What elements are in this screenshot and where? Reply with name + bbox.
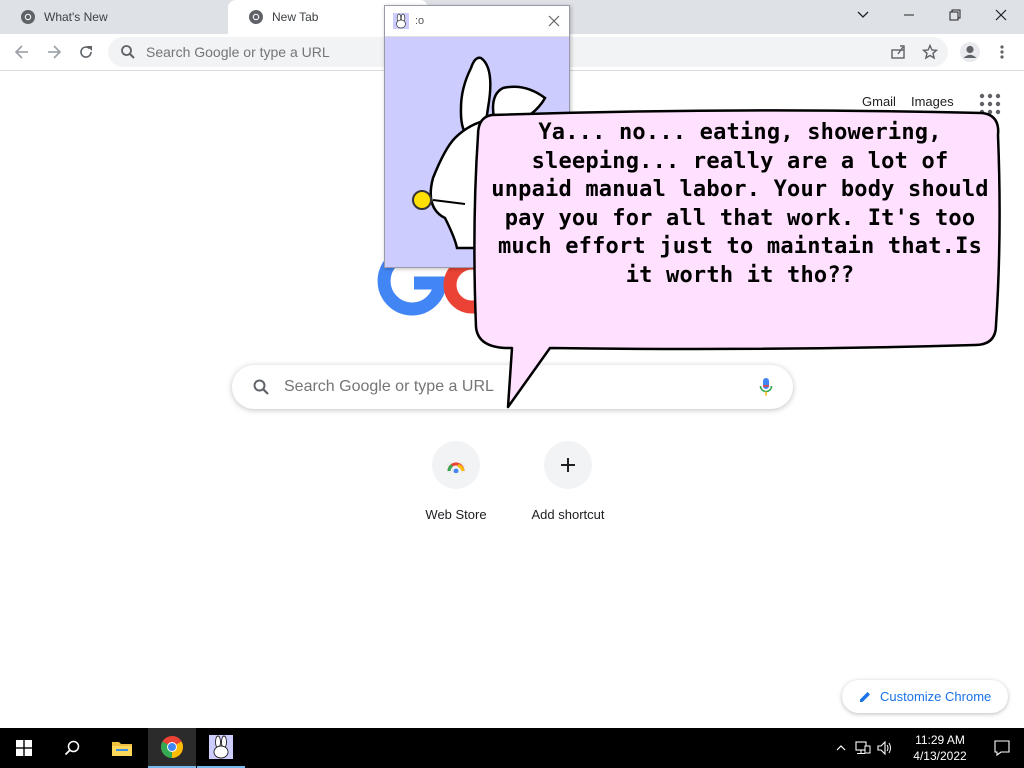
close-icon[interactable] <box>547 14 561 28</box>
more-vert-icon <box>1000 45 1004 59</box>
speech-bubble-text: Ya... no... eating, showering, sleeping.… <box>491 120 989 288</box>
speaker-icon <box>877 741 891 755</box>
bunny-app-icon <box>209 735 233 759</box>
shortcut-web-store[interactable]: Web Store <box>400 441 512 522</box>
reload-button[interactable] <box>72 38 100 66</box>
start-button[interactable] <box>0 728 48 768</box>
notification-icon <box>994 740 1010 756</box>
taskbar-file-explorer[interactable] <box>98 728 146 768</box>
webstore-icon <box>447 462 465 473</box>
file-explorer-icon <box>112 742 132 756</box>
star-icon <box>922 44 938 60</box>
network-icon <box>855 741 871 754</box>
taskbar-chrome[interactable] <box>148 728 196 768</box>
forward-button[interactable] <box>40 38 68 66</box>
bunny-app-icon <box>393 13 409 29</box>
chevron-down-icon <box>857 11 869 18</box>
share-button[interactable] <box>884 38 912 66</box>
system-tray: 11:29 AM 4/13/2022 <box>830 728 1024 768</box>
popup-titlebar[interactable]: :o <box>385 6 569 37</box>
reload-icon <box>80 46 92 58</box>
shortcut-tile <box>432 441 480 489</box>
bookmark-button[interactable] <box>916 38 944 66</box>
popup-title: :o <box>415 15 425 27</box>
tab-search-button[interactable] <box>840 0 886 30</box>
windows-taskbar: 11:29 AM 4/13/2022 <box>0 728 1024 768</box>
customize-label: Customize Chrome <box>880 689 992 704</box>
restore-icon <box>949 9 961 21</box>
search-icon <box>121 45 135 59</box>
search-icon <box>253 379 269 395</box>
network-button[interactable] <box>852 728 874 768</box>
pencil-icon <box>860 691 870 702</box>
tab-title: What's New <box>44 10 108 24</box>
chevron-up-icon <box>836 745 846 751</box>
profile-button[interactable] <box>956 38 984 66</box>
restore-button[interactable] <box>932 0 978 30</box>
tab-title: New Tab <box>272 10 319 24</box>
close-window-button[interactable] <box>978 0 1024 30</box>
search-icon <box>64 740 80 756</box>
chrome-icon <box>249 10 263 24</box>
show-hidden-icons-button[interactable] <box>830 728 852 768</box>
arrow-left-icon <box>14 45 28 59</box>
taskbar-search-button[interactable] <box>48 728 96 768</box>
shortcut-tile <box>544 441 592 489</box>
close-icon <box>995 9 1007 21</box>
clock-time: 11:29 AM <box>915 733 965 747</box>
clock-date: 4/13/2022 <box>913 749 967 763</box>
share-icon <box>891 45 905 59</box>
chrome-icon <box>161 736 183 758</box>
taskbar-bunny-app[interactable] <box>197 728 245 768</box>
avatar-icon <box>960 42 980 62</box>
minimize-icon <box>904 14 914 16</box>
minimize-button[interactable] <box>886 0 932 30</box>
windows-start-icon <box>16 740 32 756</box>
plus-icon <box>561 458 575 472</box>
volume-button[interactable] <box>874 728 896 768</box>
taskbar-clock[interactable]: 11:29 AM 4/13/2022 <box>900 732 980 764</box>
chrome-icon <box>21 10 35 24</box>
back-button[interactable] <box>8 38 36 66</box>
tab-whats-new[interactable]: What's New <box>0 0 226 34</box>
shortcut-label: Add shortcut <box>531 507 605 522</box>
shortcut-label: Web Store <box>425 507 487 522</box>
desktop-screen: What's New New Tab Search Google or type… <box>0 0 1024 768</box>
customize-chrome-button[interactable]: Customize Chrome <box>842 680 1008 713</box>
action-center-button[interactable] <box>980 728 1024 768</box>
chrome-menu-button[interactable] <box>988 38 1016 66</box>
arrow-right-icon <box>48 45 62 59</box>
add-shortcut-button[interactable]: Add shortcut <box>512 441 624 522</box>
